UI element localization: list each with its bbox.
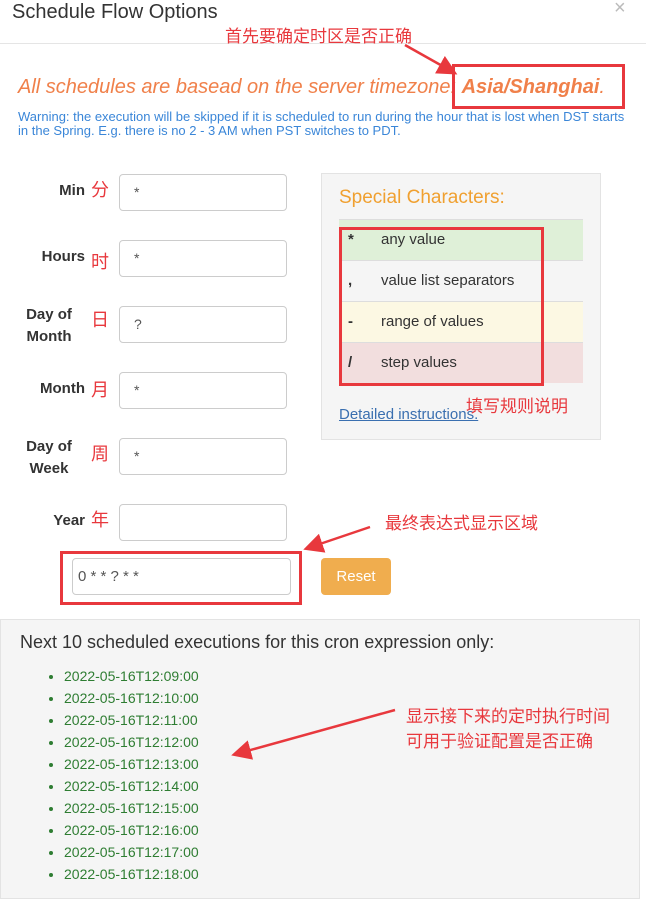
annotation-arrows [231, 43, 458, 760]
arrow-expression [303, 525, 371, 553]
arrow-timezone [404, 43, 458, 75]
arrow-next [231, 708, 396, 760]
